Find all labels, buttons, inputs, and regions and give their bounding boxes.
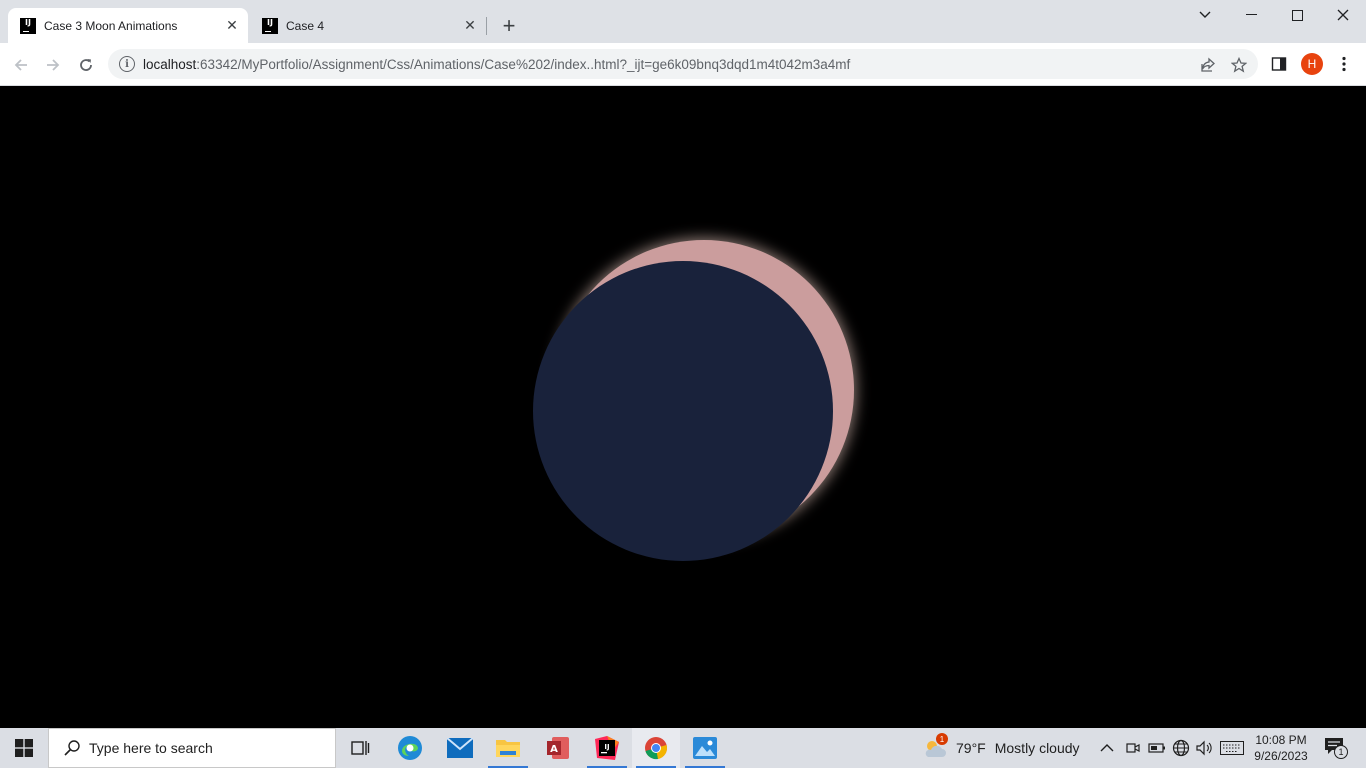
weather-condition: Mostly cloudy	[994, 740, 1080, 756]
access-icon[interactable]: A	[534, 728, 582, 768]
tab-case-4[interactable]: Case 4 ✕	[250, 8, 486, 43]
close-icon[interactable]	[1320, 0, 1366, 30]
intellij-favicon-icon	[20, 17, 36, 34]
reload-button[interactable]	[72, 51, 100, 79]
show-hidden-icons-icon[interactable]	[1100, 728, 1114, 768]
weather-cloud-icon: 1	[922, 733, 948, 759]
close-tab-icon[interactable]: ✕	[462, 17, 478, 34]
file-explorer-icon[interactable]	[484, 728, 532, 768]
battery-icon[interactable]	[1148, 728, 1166, 768]
chrome-icon[interactable]	[632, 728, 680, 768]
site-info-icon[interactable]: i	[119, 56, 135, 72]
windows-start-icon[interactable]	[0, 728, 48, 768]
url-text: localhost:63342/MyPortfolio/Assignment/C…	[143, 57, 850, 72]
notification-count: 1	[1334, 745, 1348, 759]
svg-text:A: A	[550, 744, 558, 755]
weather-badge: 1	[936, 733, 948, 745]
page-viewport	[0, 86, 1366, 728]
weather-temp: 79°F	[956, 740, 986, 756]
photos-icon[interactable]	[681, 728, 729, 768]
moon-shadow	[533, 261, 833, 561]
browser-toolbar: i localhost:63342/MyPortfolio/Assignment…	[0, 43, 1366, 86]
back-button[interactable]	[7, 51, 35, 79]
network-globe-icon[interactable]	[1172, 728, 1190, 768]
clock-time: 10:08 PM	[1255, 733, 1307, 747]
maximize-icon[interactable]	[1274, 0, 1320, 30]
taskbar-clock[interactable]: 10:08 PM 9/26/2023	[1244, 732, 1318, 764]
tab-title: Case 3 Moon Animations	[44, 18, 178, 33]
meet-now-icon[interactable]	[1126, 728, 1140, 768]
url-host: localhost	[143, 56, 197, 72]
kebab-menu-icon[interactable]	[1334, 54, 1354, 74]
search-icon	[63, 739, 81, 757]
minimize-icon[interactable]	[1228, 0, 1274, 30]
browser-chrome: Case 3 Moon Animations ✕ Case 4 ✕ +	[0, 0, 1366, 86]
bookmark-star-icon[interactable]	[1230, 56, 1248, 74]
url-path: :63342/MyPortfolio/Assignment/Css/Animat…	[196, 56, 851, 72]
windows-taskbar: Type here to search A IJ 1 79°F Mostly c…	[0, 728, 1366, 768]
chevron-down-icon[interactable]	[1182, 0, 1228, 30]
tab-divider	[486, 17, 487, 35]
side-panel-icon[interactable]	[1270, 55, 1288, 73]
notifications-icon[interactable]: 1	[1324, 728, 1348, 768]
profile-avatar[interactable]: H	[1301, 53, 1323, 75]
svg-text:IJ: IJ	[604, 743, 609, 751]
share-icon[interactable]	[1199, 56, 1217, 74]
task-view-icon[interactable]	[336, 728, 384, 768]
forward-button[interactable]	[39, 51, 67, 79]
new-tab-button[interactable]: +	[496, 13, 522, 39]
tab-title: Case 4	[286, 18, 325, 33]
address-bar[interactable]: i localhost:63342/MyPortfolio/Assignment…	[108, 49, 1258, 79]
keyboard-icon[interactable]	[1220, 728, 1244, 768]
weather-widget[interactable]: 1 79°F Mostly cloudy	[922, 728, 1080, 768]
taskbar-search[interactable]: Type here to search	[48, 728, 336, 768]
clock-date: 9/26/2023	[1254, 749, 1308, 763]
close-tab-icon[interactable]: ✕	[224, 17, 240, 34]
intellij-icon[interactable]: IJ	[583, 728, 631, 768]
intellij-favicon-icon	[262, 17, 278, 34]
tab-case-3[interactable]: Case 3 Moon Animations ✕	[8, 8, 248, 43]
mail-icon[interactable]	[436, 728, 484, 768]
search-placeholder: Type here to search	[89, 740, 213, 756]
edge-icon[interactable]	[386, 728, 434, 768]
tab-strip: Case 3 Moon Animations ✕ Case 4 ✕ +	[0, 0, 1366, 43]
volume-icon[interactable]	[1195, 728, 1213, 768]
